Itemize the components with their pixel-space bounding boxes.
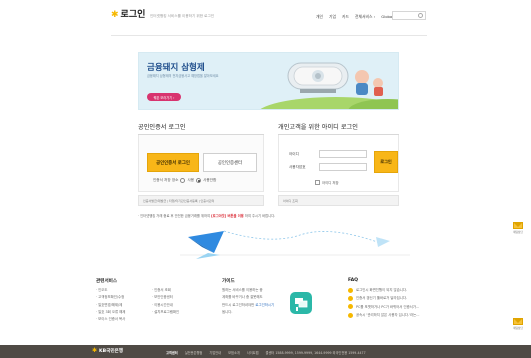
faq-text: 인증서 갱신기 툴바로거 달라집니다.: [356, 296, 408, 301]
notice-suffix: 하여 주시기 바랍니다.: [244, 214, 276, 218]
nav-card[interactable]: 카드: [342, 14, 349, 20]
guide-line-text: 반드시 로그인하셔야만: [222, 302, 255, 307]
cert-login-title: 공인인증서 로그인: [138, 124, 186, 131]
faq-text: 로그인시 화면진행이 되지 않습니다.: [356, 288, 408, 292]
cert-login-button[interactable]: 공인인증서 로그인: [147, 153, 199, 172]
related-link[interactable]: · 이용시간안내: [152, 302, 179, 309]
footer-contact: 콜센터 1588-9999, 1599-9999, 1644-9999 외국인전…: [265, 350, 366, 355]
id-input[interactable]: [319, 150, 367, 158]
related-services-left: · 인오도 · 고객정보확인/수정 · 일호변경/해제/제 · 일호 3회 오류…: [96, 287, 125, 323]
mail-icon: [513, 318, 523, 325]
related-link[interactable]: · 인오도: [96, 287, 125, 294]
related-link[interactable]: · 보안인증센터: [152, 294, 179, 301]
guide-icon[interactable]: [290, 292, 312, 314]
related-link[interactable]: · 인증서 조회: [152, 287, 179, 294]
footer-link[interactable]: 사이트맵: [247, 350, 259, 355]
related-services-title: 관련서비스: [96, 279, 118, 284]
id-login-panel: 개인고객을 위한 아이디 로그인 아이디 사용자암호 로그인 아이디 저장 아이…: [278, 118, 399, 210]
cert-login-box: 공인인증서 로그인 공인인증센터 인증서 저장 장소 사용 사용안함: [138, 135, 264, 192]
footer-link[interactable]: 고객센터: [166, 350, 178, 355]
nav-all-services[interactable]: 전체서비스 ›: [355, 14, 375, 20]
id-login-button[interactable]: 로그인: [374, 151, 398, 173]
kb-star-icon: ✱: [92, 347, 98, 354]
guide-link[interactable]: 로그인하시기: [255, 303, 274, 307]
related-link[interactable]: · 일호 3회 오류 해제: [96, 309, 125, 316]
footer-links: 고객센터 실전문은행점 기업안내 모범소개 사이트맵 콜센터 1588-9999…: [166, 350, 366, 355]
search-input[interactable]: [392, 11, 426, 20]
guide-line: 됩니다.: [222, 309, 233, 314]
side-chat-button[interactable]: 채팅상담: [512, 222, 524, 234]
cert-center-button[interactable]: 공인인증센터: [203, 153, 257, 172]
radio-use-label: 사용: [187, 178, 195, 182]
kb-brand: KB국민은행: [99, 349, 123, 354]
id-find-link[interactable]: 아이디 조회: [278, 195, 399, 206]
mail-icon: [513, 222, 523, 229]
page-logo[interactable]: ✱ 로그인: [111, 11, 145, 20]
faq-icon: [348, 295, 353, 301]
faq-text: PC를 포맷하거나 PC가 바뀌어서 인증서가...: [356, 304, 420, 309]
password-input[interactable]: [319, 163, 367, 171]
banner-title: 금융돼지 삼형제: [147, 63, 205, 73]
cert-save-option: 인증서 저장 장소 사용 사용안함: [153, 178, 216, 183]
guide-line: 원하는 서비스를 이용하는 중: [222, 288, 263, 292]
top-nav: 개인 기업 카드 전체서비스 › Global ›: [316, 14, 396, 20]
id-login-box: 아이디 사용자암호 로그인 아이디 저장: [278, 135, 399, 192]
footer-link[interactable]: 모범소개: [228, 350, 240, 355]
faq-icon: [348, 312, 353, 318]
page-title: 로그인: [120, 10, 146, 20]
id-label: 아이디: [289, 152, 299, 156]
notice-emphasis: [로그아웃] 버튼을 이용: [211, 214, 244, 218]
banner-subtitle: 금융돼지 삼형제의 전자금융사고 예방법을 알아보세요: [147, 74, 219, 78]
notice-prefix: · 인터넷뱅킹 거래 중료 후 안전한 금융거래를 위하여: [138, 214, 211, 218]
guide-text: 원하는 서비스를 이용하는 중 계좌를 바꾸거나 중 잘못해도 반드시 로그인하…: [222, 287, 274, 316]
footer-link[interactable]: 기업안내: [209, 350, 221, 355]
faq-title: FAQ: [348, 278, 359, 283]
guide-line: 계좌를 바꾸거나 중 잘못해도: [222, 295, 263, 300]
banner-button[interactable]: 퀘존 보러가기 ›: [147, 93, 181, 101]
id-save-label: 아이디 저장: [322, 181, 339, 185]
related-link[interactable]: · 보이스 인증서 복사: [96, 316, 125, 323]
side-chat-label: 채팅상담: [513, 231, 523, 234]
nav-corporate[interactable]: 기업: [329, 14, 336, 20]
logout-notice: · 인터넷뱅킹 거래 중료 후 안전한 금융거래를 위하여 [로그아웃] 버튼을…: [138, 213, 275, 218]
footer-link[interactable]: 실전문은행점: [185, 350, 203, 355]
faq-icon: [348, 304, 353, 310]
related-link[interactable]: · 일호변경/해제/제: [96, 302, 125, 309]
guide-title: 가이드: [222, 279, 235, 284]
faq-icon: [348, 287, 353, 293]
id-save-option: 아이디 저장: [315, 180, 339, 185]
cert-save-label: 인증서 저장 장소: [153, 178, 179, 182]
header-divider: [111, 35, 427, 36]
radio-not-use-label: 사용안함: [203, 178, 217, 182]
guide-line: 반드시 로그인하셔야만 로그인하시기: [222, 302, 274, 309]
faq-item[interactable]: 공속시 '관리하지 않은 사용자 입니다.'라는...: [348, 311, 420, 319]
search-icon[interactable]: [418, 13, 423, 18]
footer-bar: ✱ KB국민은행 고객센터 실전문은행점 기업안내 모범소개 사이트맵 콜센터 …: [0, 345, 531, 358]
kb-logo[interactable]: ✱ KB국민은행: [92, 347, 123, 355]
page-tagline: 인터넷뱅킹 서비스를 이용하기 위한 로그인: [150, 14, 215, 18]
header: ✱ 로그인 인터넷뱅킹 서비스를 이용하기 위한 로그인 개인 기업 카드 전체…: [0, 0, 531, 38]
radio-not-use[interactable]: [196, 178, 202, 183]
kb-star-icon: ✱: [111, 10, 119, 20]
side-chat-label: 채팅상담: [513, 327, 523, 330]
nav-personal[interactable]: 개인: [316, 14, 323, 20]
faq-item[interactable]: 로그인시 화면진행이 되지 않습니다.: [348, 286, 420, 294]
promo-banner[interactable]: 금융돼지 삼형제 금융돼지 삼형제의 전자금융사고 예방법을 알아보세요 퀘존 …: [138, 52, 399, 110]
cert-login-panel: 공인인증서 로그인 공인인증서 로그인 공인인증센터 인증서 저장 장소 사용 …: [138, 118, 264, 210]
radio-use[interactable]: [180, 178, 186, 183]
banner-illustration: [260, 62, 398, 109]
related-link[interactable]: · 설치프로그램확인: [152, 309, 179, 316]
faq-list: 로그인시 화면진행이 되지 않습니다. 인증서 갱신기 툴바로거 달라집니다. …: [348, 286, 420, 319]
related-services-right: · 인증서 조회 · 보안인증센터 · 이용시간안내 · 설치프로그램확인: [152, 287, 179, 316]
side-chat-button-bottom[interactable]: 채팅상담: [512, 318, 524, 330]
password-label: 사용자암호: [289, 165, 306, 169]
related-link[interactable]: · 고객정보확인/수정: [96, 294, 125, 301]
faq-item[interactable]: PC를 포맷하거나 PC가 바뀌어서 인증서가...: [348, 303, 420, 311]
faq-text: 공속시 '관리하지 않은 사용자 입니다.'라는...: [356, 312, 420, 317]
cert-links[interactable]: 인증서발급/재발급 | 타행/타기관인증서등록 | 인증서관리: [138, 195, 264, 206]
id-login-title: 개인고객을 위한 아이디 로그인: [278, 124, 358, 131]
id-save-checkbox[interactable]: [315, 180, 320, 185]
faq-item[interactable]: 인증서 갱신기 툴바로거 달라집니다.: [348, 294, 420, 302]
paper-plane-decoration: [180, 230, 410, 259]
